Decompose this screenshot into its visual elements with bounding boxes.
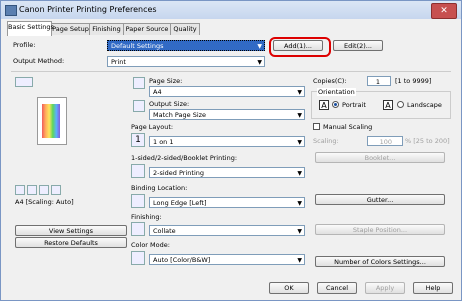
orientation-label: Orientation bbox=[317, 88, 356, 96]
binding-select[interactable]: Long Edge [Left] ▼ bbox=[149, 197, 305, 208]
print-mode-label: 1-sided/2-sided/Booklet Printing: bbox=[131, 154, 238, 162]
staple-position-button[interactable]: Staple Position... bbox=[315, 224, 445, 235]
color-mode-label: Color Mode: bbox=[131, 241, 170, 249]
preview-mode-icon[interactable] bbox=[15, 77, 33, 87]
tab-paper-source[interactable]: Paper Source bbox=[123, 23, 171, 35]
page-size-label: Page Size: bbox=[149, 77, 183, 85]
window-title: Canon Printer Printing Preferences bbox=[19, 5, 157, 14]
tab-basic-settings[interactable]: Basic Settings bbox=[7, 21, 54, 36]
booklet-button[interactable]: Booklet... bbox=[315, 152, 445, 163]
cancel-button[interactable]: Cancel bbox=[317, 282, 357, 294]
finishing-value: Collate bbox=[153, 227, 176, 235]
landscape-icon: A bbox=[383, 100, 393, 110]
profile-select[interactable]: Default Settings ▼ bbox=[107, 40, 265, 51]
edit-profile-button[interactable]: Edit(2)... bbox=[333, 40, 383, 51]
color-mode-icon bbox=[131, 251, 145, 265]
landscape-radio[interactable] bbox=[397, 101, 404, 108]
portrait-radio[interactable] bbox=[332, 101, 339, 108]
portrait-icon: A bbox=[319, 100, 329, 110]
chevron-down-icon: ▼ bbox=[297, 200, 302, 207]
printer-icon bbox=[5, 5, 17, 16]
portrait-label: Portrait bbox=[342, 101, 366, 109]
number-of-colors-button[interactable]: Number of Colors Settings... bbox=[315, 256, 445, 267]
manual-scaling-label: Manual Scaling bbox=[323, 123, 373, 131]
collate-icon bbox=[131, 222, 145, 236]
ok-button[interactable]: OK bbox=[269, 282, 309, 294]
layout-icon bbox=[39, 185, 49, 195]
output-size-value: Match Page Size bbox=[153, 111, 207, 119]
print-mode-value: 2-sided Printing bbox=[153, 169, 204, 177]
page-preview bbox=[15, 89, 77, 169]
output-method-select[interactable]: Print ▼ bbox=[107, 56, 265, 67]
tab-quality[interactable]: Quality bbox=[170, 23, 200, 35]
chevron-down-icon: ▼ bbox=[257, 43, 262, 50]
tab-finishing[interactable]: Finishing bbox=[89, 23, 124, 35]
color-mode-select[interactable]: Auto [Color/B&W] ▼ bbox=[149, 254, 305, 265]
printer-device-icon bbox=[15, 185, 25, 195]
duplex-mode-icon bbox=[131, 164, 145, 178]
restore-defaults-button[interactable]: Restore Defaults bbox=[15, 237, 127, 248]
copies-range: [1 to 9999] bbox=[395, 77, 432, 85]
chevron-down-icon: ▼ bbox=[297, 257, 302, 264]
page-layout-value: 1 on 1 bbox=[153, 138, 174, 146]
output-size-icon bbox=[133, 100, 145, 112]
tab-page-setup[interactable]: Page Setup bbox=[51, 23, 90, 35]
view-settings-button[interactable]: View Settings bbox=[15, 225, 127, 236]
page-preview-sheet bbox=[37, 97, 67, 145]
page-size-icon bbox=[133, 77, 145, 89]
page-layout-select[interactable]: 1 on 1 ▼ bbox=[149, 136, 305, 147]
profile-value: Default Settings bbox=[111, 42, 164, 50]
title-bar[interactable]: Canon Printer Printing Preferences ✕ bbox=[1, 1, 461, 19]
output-size-select[interactable]: Match Page Size ▼ bbox=[149, 109, 305, 120]
finishing-label: Finishing: bbox=[131, 213, 162, 221]
output-size-label: Output Size: bbox=[149, 100, 190, 108]
page-layout-label: Page Layout: bbox=[131, 123, 174, 131]
print-mode-select[interactable]: 2-sided Printing ▼ bbox=[149, 167, 305, 178]
close-button[interactable]: ✕ bbox=[431, 3, 457, 19]
chevron-down-icon: ▼ bbox=[297, 89, 302, 96]
page-layout-icon: 1 bbox=[131, 133, 145, 147]
manual-scaling-checkbox[interactable] bbox=[313, 123, 320, 130]
chevron-down-icon: ▼ bbox=[257, 59, 262, 66]
output-method-label: Output Method: bbox=[13, 57, 65, 65]
binding-icon bbox=[131, 194, 145, 208]
divider bbox=[11, 71, 451, 72]
chevron-down-icon: ▼ bbox=[297, 170, 302, 177]
scaling-label: Scaling: bbox=[313, 137, 339, 145]
duplex-icon bbox=[27, 185, 37, 195]
apply-button[interactable]: Apply bbox=[365, 282, 405, 294]
scaling-range: % [25 to 200] bbox=[405, 137, 450, 145]
landscape-label: Landscape bbox=[407, 101, 442, 109]
page-size-value: A4 bbox=[153, 88, 162, 96]
chevron-down-icon: ▼ bbox=[297, 139, 302, 146]
page-size-select[interactable]: A4 ▼ bbox=[149, 86, 305, 97]
scaling-input[interactable]: 100 bbox=[367, 136, 403, 146]
preview-caption: A4 [Scaling: Auto] bbox=[15, 198, 74, 206]
binding-label: Binding Location: bbox=[131, 184, 188, 192]
copies-input[interactable]: 1 bbox=[367, 76, 391, 86]
binding-value: Long Edge [Left] bbox=[153, 199, 207, 207]
finishing-select[interactable]: Collate ▼ bbox=[149, 225, 305, 236]
chevron-down-icon: ▼ bbox=[297, 112, 302, 119]
help-button[interactable]: Help bbox=[413, 282, 453, 294]
staple-icon bbox=[51, 185, 61, 195]
gutter-button[interactable]: Gutter... bbox=[315, 194, 445, 205]
output-method-value: Print bbox=[111, 58, 126, 66]
copies-label: Copies(C): bbox=[313, 77, 347, 85]
profile-label: Profile: bbox=[13, 41, 36, 49]
highlight-ring bbox=[269, 37, 331, 57]
color-mode-value: Auto [Color/B&W] bbox=[153, 256, 211, 264]
printing-preferences-window: Canon Printer Printing Preferences ✕ Bas… bbox=[0, 0, 462, 301]
chevron-down-icon: ▼ bbox=[297, 228, 302, 235]
